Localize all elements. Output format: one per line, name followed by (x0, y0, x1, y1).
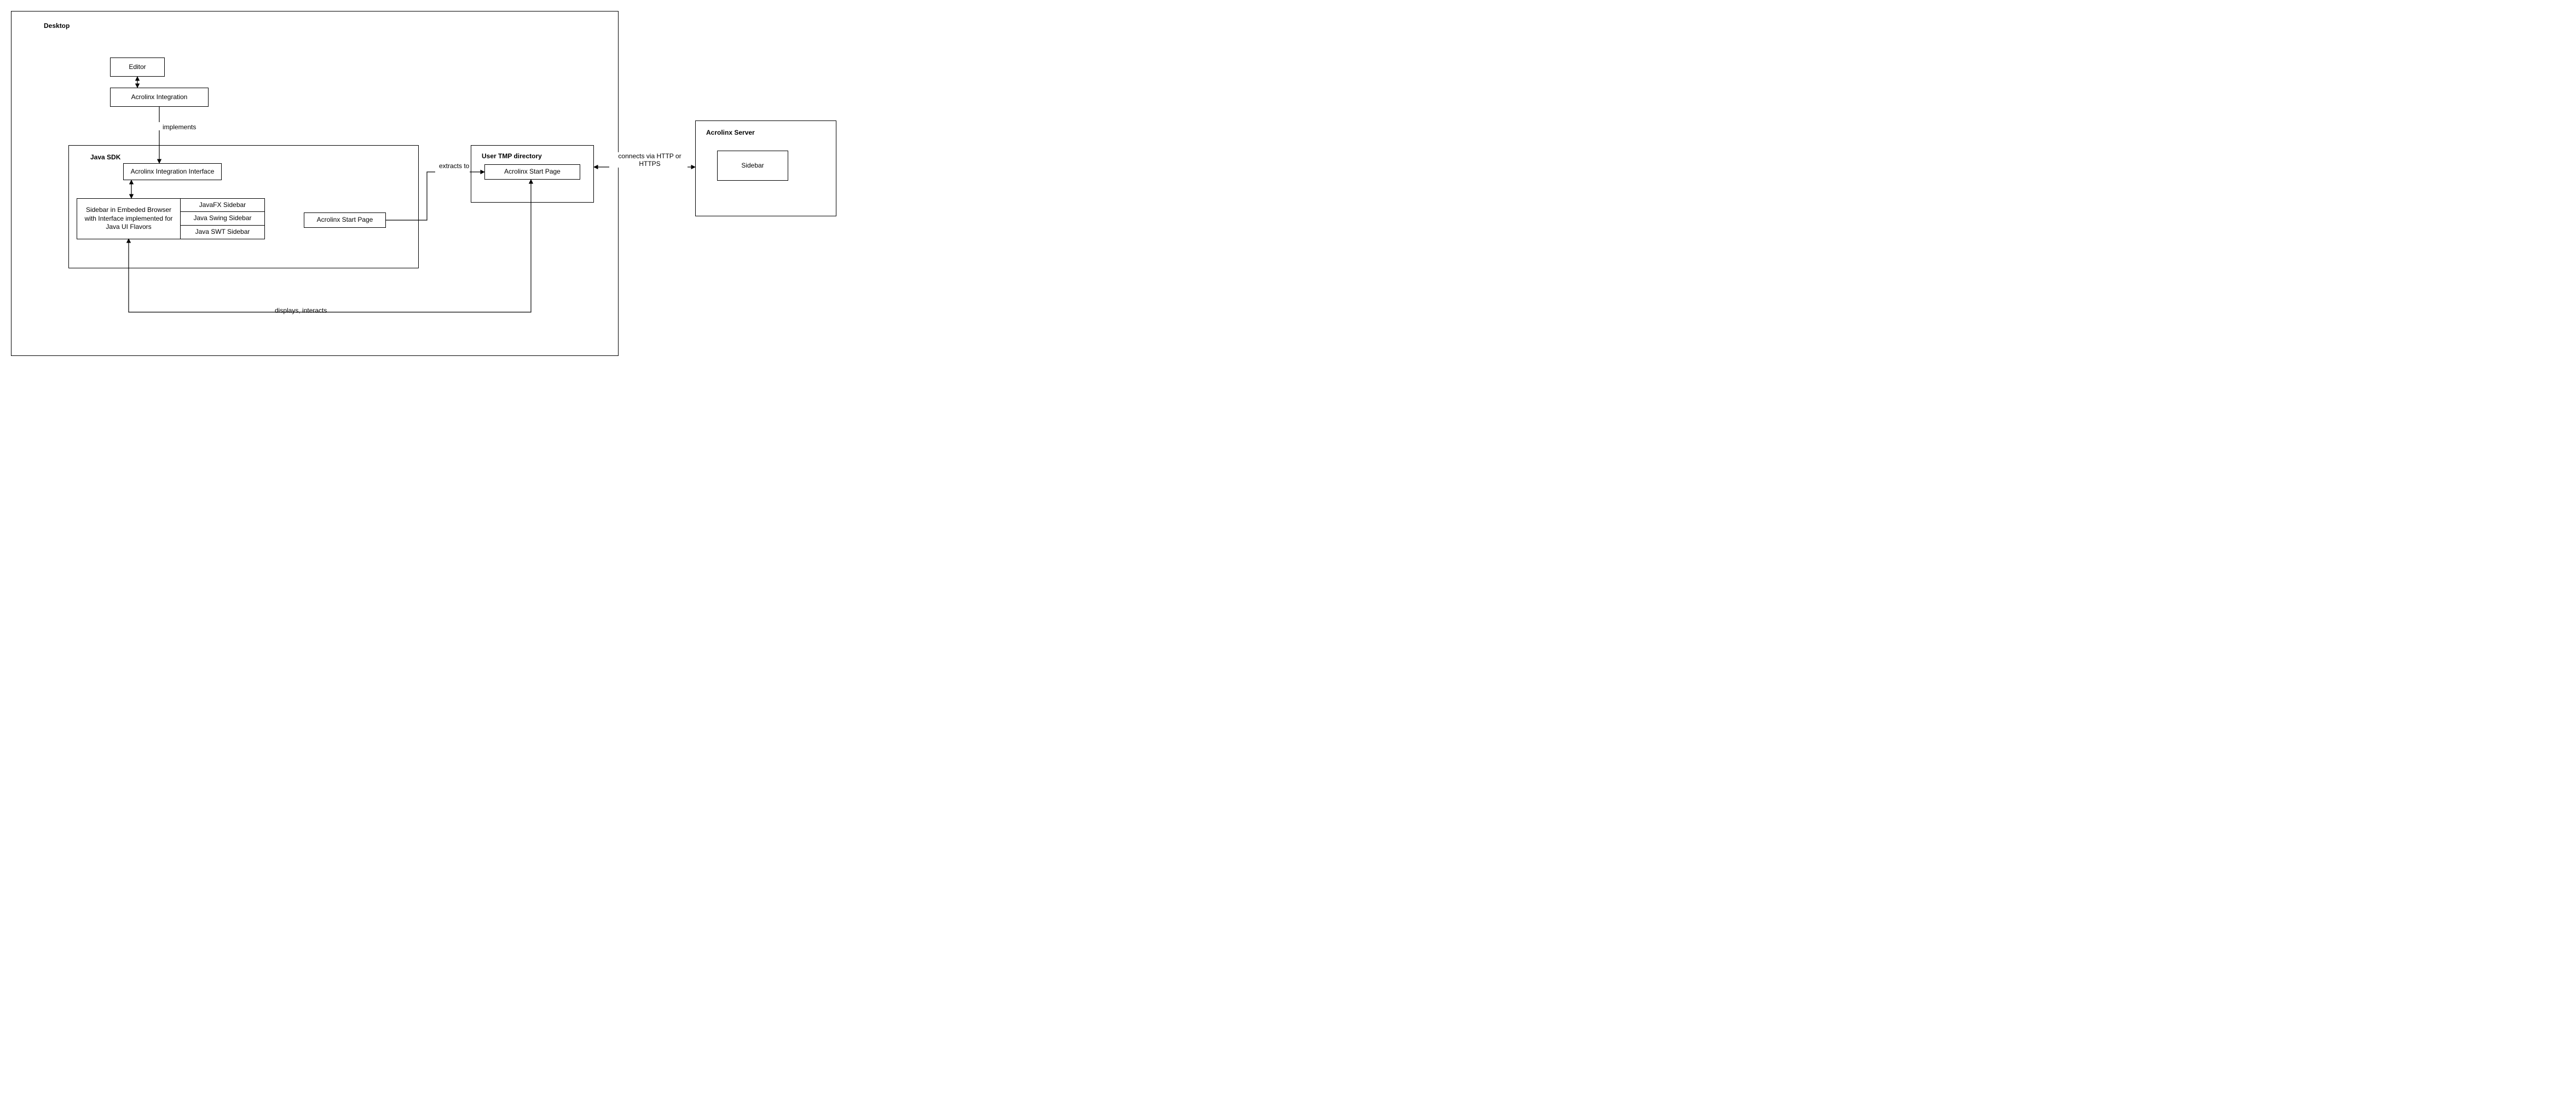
edge-label-displays-interacts: displays, interacts (274, 307, 328, 314)
container-user-tmp-title: User TMP directory (482, 152, 542, 160)
node-acrolinx-integration: Acrolinx Integration (110, 88, 209, 107)
node-sidebar-server: Sidebar (717, 151, 788, 181)
edge-label-connects-http: connects via HTTP or HTTPS (610, 152, 689, 168)
container-java-sdk-title: Java SDK (90, 153, 120, 161)
node-java-swing-sidebar: Java Swing Sidebar (180, 212, 265, 226)
container-desktop-title: Desktop (44, 22, 70, 30)
node-java-swt-sidebar: Java SWT Sidebar (180, 226, 265, 239)
edge-label-extracts-to: extracts to (438, 162, 470, 170)
node-start-page-sdk: Acrolinx Start Page (304, 212, 386, 228)
node-aii: Acrolinx Integration Interface (123, 163, 222, 180)
node-sidebar-embedded: Sidebar in Embeded Browser with Interfac… (77, 198, 181, 239)
node-editor: Editor (110, 58, 165, 77)
node-start-page-tmp: Acrolinx Start Page (484, 164, 580, 180)
container-acrolinx-server-title: Acrolinx Server (706, 129, 755, 136)
diagram-canvas: Desktop Editor Acrolinx Integration Java… (0, 0, 858, 368)
edge-label-implements: implements (161, 123, 197, 131)
node-javafx-sidebar: JavaFX Sidebar (180, 198, 265, 212)
